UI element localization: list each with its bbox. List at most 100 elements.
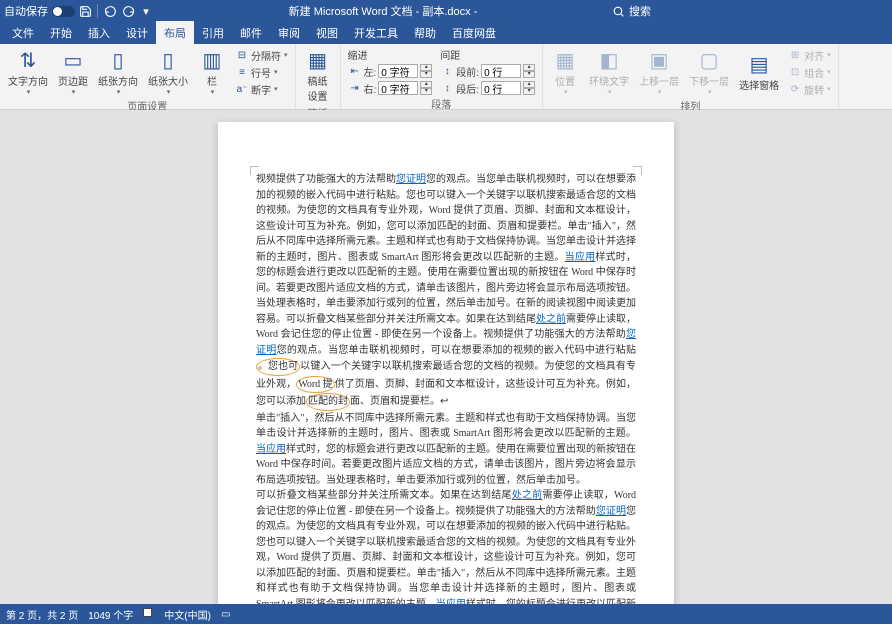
line-numbers-icon: ≡: [235, 65, 249, 79]
text-direction-icon: ⇅: [20, 48, 37, 73]
orientation-button[interactable]: ▯纸张方向▾: [94, 46, 142, 98]
search-placeholder: 搜索: [629, 3, 651, 19]
status-page[interactable]: 第 2 页，共 2 页: [6, 607, 78, 622]
autosave-toggle[interactable]: 自动保存: [4, 3, 75, 19]
group-button: ⊡组合▾: [788, 64, 831, 80]
rotate-icon: ⟳: [788, 82, 802, 96]
wrap-text-button: ◧环绕文字▾: [585, 46, 633, 98]
status-proofing-icon[interactable]: [143, 608, 154, 620]
status-bar: 第 2 页，共 2 页 1049 个字 中文(中国) ▭: [0, 604, 892, 624]
spacing-after-input[interactable]: [481, 81, 521, 95]
indent-right-icon: ⇥: [348, 81, 362, 95]
indent-right-row: ⇥ 右: ▴▾: [348, 80, 433, 96]
group-icon: ⊡: [788, 65, 802, 79]
margins-icon: ▭: [64, 48, 83, 73]
size-button[interactable]: ▯纸张大小▾: [144, 46, 192, 98]
send-backward-button: ▢下移一层▾: [685, 46, 733, 98]
group-manuscript: ▦稿纸 设置 稿纸: [296, 44, 341, 109]
menu-review[interactable]: 审阅: [270, 21, 308, 45]
menu-developer[interactable]: 开发工具: [346, 21, 406, 45]
status-word-count[interactable]: 1049 个字: [88, 607, 133, 622]
bring-forward-button: ▣上移一层▾: [635, 46, 683, 98]
spin-up[interactable]: ▴: [523, 64, 535, 71]
menu-bar: 文件 开始 插入 设计 布局 引用 邮件 审阅 视图 开发工具 帮助 百度网盘: [0, 22, 892, 44]
hyphenation-icon: a⁻: [235, 82, 249, 96]
qat-dropdown-icon[interactable]: ▾: [138, 3, 154, 19]
search-box[interactable]: 搜索: [612, 3, 892, 19]
spin-up[interactable]: ▴: [420, 64, 432, 71]
title-bar: 自动保存 ▾ 新建 Microsoft Word 文档 - 副本.docx - …: [0, 0, 892, 22]
menu-mailings[interactable]: 邮件: [232, 21, 270, 45]
group-arrange: ▦位置▾ ◧环绕文字▾ ▣上移一层▾ ▢下移一层▾ ▤选择窗格 ⊞对齐▾ ⊡组合…: [543, 44, 839, 109]
breaks-icon: ⊟: [235, 48, 249, 62]
orientation-icon: ▯: [112, 48, 123, 73]
spacing-before-row: ↕ 段前: ▴▾: [440, 63, 535, 79]
manuscript-icon: ▦: [308, 48, 327, 73]
toggle-off-icon: [52, 6, 75, 17]
columns-icon: ▥: [203, 48, 222, 73]
document-area[interactable]: 视频提供了功能强大的方法帮助您证明您的观点。当您单击联机视频时，可以在想要添加的…: [0, 110, 892, 604]
link[interactable]: 处之前: [512, 490, 543, 501]
selection-pane-icon: ▤: [750, 52, 769, 77]
save-icon[interactable]: [77, 3, 93, 19]
spacing-before-icon: ↕: [440, 64, 454, 78]
spacing-before-input[interactable]: [481, 64, 521, 78]
indent-left-row: ⇤ 左: ▴▾: [348, 63, 433, 79]
hyphenation-button[interactable]: a⁻断字▾: [235, 81, 288, 97]
autosave-label: 自动保存: [4, 3, 48, 19]
indent-right-input[interactable]: [378, 81, 418, 95]
breaks-button[interactable]: ⊟分隔符▾: [235, 47, 288, 63]
spin-up[interactable]: ▴: [420, 81, 432, 88]
selection-pane-button[interactable]: ▤选择窗格: [735, 46, 783, 98]
columns-button[interactable]: ▥栏▾: [194, 46, 230, 98]
position-button: ▦位置▾: [547, 46, 583, 98]
status-accessibility-icon[interactable]: ▭: [221, 609, 230, 620]
menu-view[interactable]: 视图: [308, 21, 346, 45]
spin-down[interactable]: ▾: [523, 88, 535, 95]
line-numbers-button[interactable]: ≡行号▾: [235, 64, 288, 80]
indent-left-icon: ⇤: [348, 64, 362, 78]
redo-icon[interactable]: [120, 3, 136, 19]
text-direction-button[interactable]: ⇅文字方向▾: [4, 46, 52, 98]
indent-left-input[interactable]: [378, 64, 418, 78]
search-icon: [612, 5, 625, 18]
size-icon: ▯: [162, 48, 173, 73]
link[interactable]: 您证明: [396, 174, 426, 185]
backward-icon: ▢: [700, 48, 719, 73]
spin-up[interactable]: ▴: [523, 81, 535, 88]
rotate-button: ⟳旋转▾: [788, 81, 831, 97]
menu-home[interactable]: 开始: [42, 21, 80, 45]
page: 视频提供了功能强大的方法帮助您证明您的观点。当您单击联机视频时，可以在想要添加的…: [218, 122, 674, 604]
menu-layout[interactable]: 布局: [156, 21, 194, 45]
manuscript-settings-button[interactable]: ▦稿纸 设置: [300, 46, 336, 105]
menu-file[interactable]: 文件: [4, 21, 42, 45]
position-icon: ▦: [556, 48, 575, 73]
menu-references[interactable]: 引用: [194, 21, 232, 45]
spin-down[interactable]: ▾: [420, 71, 432, 78]
undo-icon[interactable]: [102, 3, 118, 19]
wrap-icon: ◧: [600, 48, 619, 73]
document-body[interactable]: 视频提供了功能强大的方法帮助您证明您的观点。当您单击联机视频时，可以在想要添加的…: [256, 172, 636, 604]
highlight: 。您也可: [256, 358, 300, 376]
status-language[interactable]: 中文(中国): [164, 607, 211, 622]
link[interactable]: 您证明: [596, 506, 626, 517]
spacing-after-row: ↕ 段后: ▴▾: [440, 80, 535, 96]
link[interactable]: 当应用: [436, 599, 466, 605]
link[interactable]: 处之前: [536, 314, 566, 325]
spacing-after-icon: ↕: [440, 81, 454, 95]
group-page-setup: ⇅文字方向▾ ▭页边距▾ ▯纸张方向▾ ▯纸张大小▾ ▥栏▾ ⊟分隔符▾ ≡行号…: [0, 44, 296, 109]
margins-button[interactable]: ▭页边距▾: [54, 46, 92, 98]
menu-baidu[interactable]: 百度网盘: [444, 21, 504, 45]
group-paragraph: 缩进 ⇤ 左: ▴▾ ⇥ 右: ▴▾ 间距 ↕ 段前:: [341, 44, 544, 109]
spin-down[interactable]: ▾: [523, 71, 535, 78]
highlight: 匹配的封: [306, 393, 350, 411]
spin-down[interactable]: ▾: [420, 88, 432, 95]
link[interactable]: 当应用: [256, 444, 286, 455]
align-button: ⊞对齐▾: [788, 47, 831, 63]
document-title: 新建 Microsoft Word 文档 - 副本.docx -: [154, 3, 612, 19]
forward-icon: ▣: [650, 48, 669, 73]
menu-design[interactable]: 设计: [118, 21, 156, 45]
menu-insert[interactable]: 插入: [80, 21, 118, 45]
link[interactable]: 当应用: [565, 252, 596, 263]
menu-help[interactable]: 帮助: [406, 21, 444, 45]
